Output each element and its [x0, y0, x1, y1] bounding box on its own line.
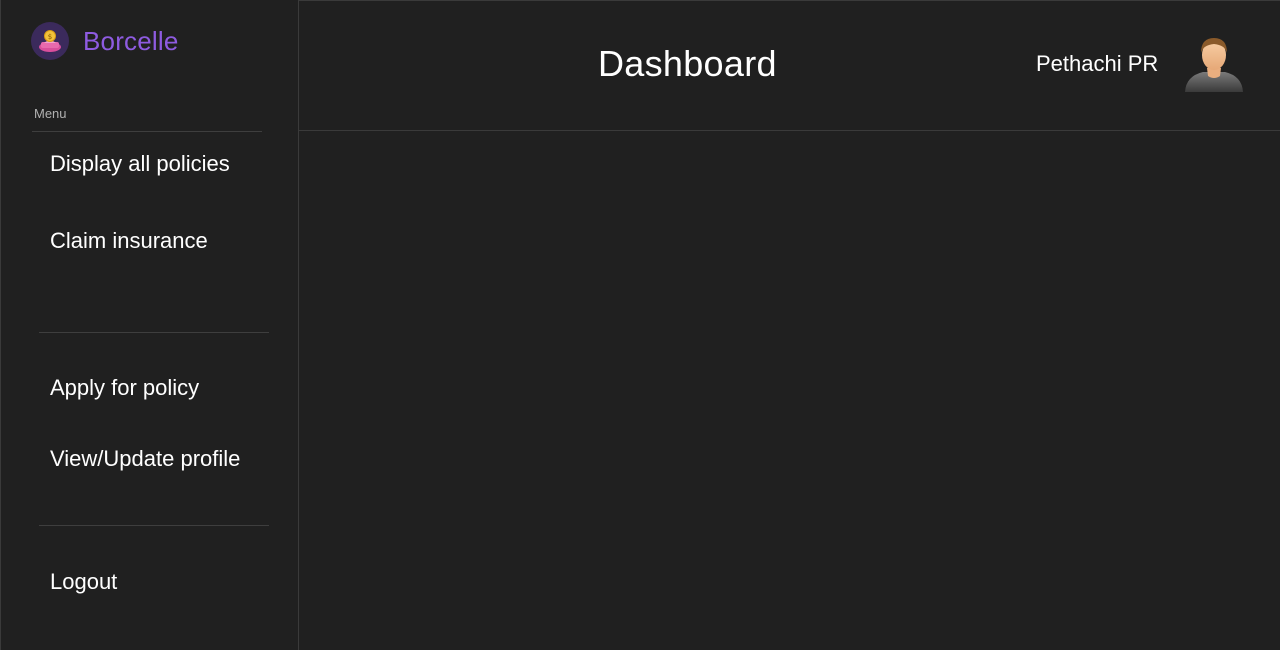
sidebar-divider	[39, 525, 269, 526]
menu-heading: Menu	[34, 106, 67, 121]
page-title: Dashboard	[598, 43, 777, 84]
sidebar: $ Borcelle Menu Display all policies Cla…	[0, 0, 299, 650]
sidebar-item-display-all-policies[interactable]: Display all policies	[50, 151, 230, 177]
menu-divider	[32, 131, 262, 132]
sidebar-item-logout[interactable]: Logout	[50, 569, 117, 595]
money-bag-logo-icon: $	[31, 22, 69, 60]
sidebar-item-apply-for-policy[interactable]: Apply for policy	[50, 375, 199, 401]
app-root: $ Borcelle Menu Display all policies Cla…	[0, 0, 1280, 650]
main-content	[299, 131, 1280, 650]
sidebar-item-view-update-profile[interactable]: View/Update profile	[50, 446, 240, 472]
svg-text:$: $	[48, 33, 52, 41]
header: Dashboard Pethachi PR	[299, 0, 1280, 131]
sidebar-divider	[39, 332, 269, 333]
brand[interactable]: $ Borcelle	[31, 21, 179, 61]
user-avatar-icon[interactable]	[1183, 34, 1245, 92]
sidebar-item-claim-insurance[interactable]: Claim insurance	[50, 228, 208, 254]
brand-name: Borcelle	[83, 25, 179, 56]
user-name[interactable]: Pethachi PR	[1036, 51, 1158, 77]
